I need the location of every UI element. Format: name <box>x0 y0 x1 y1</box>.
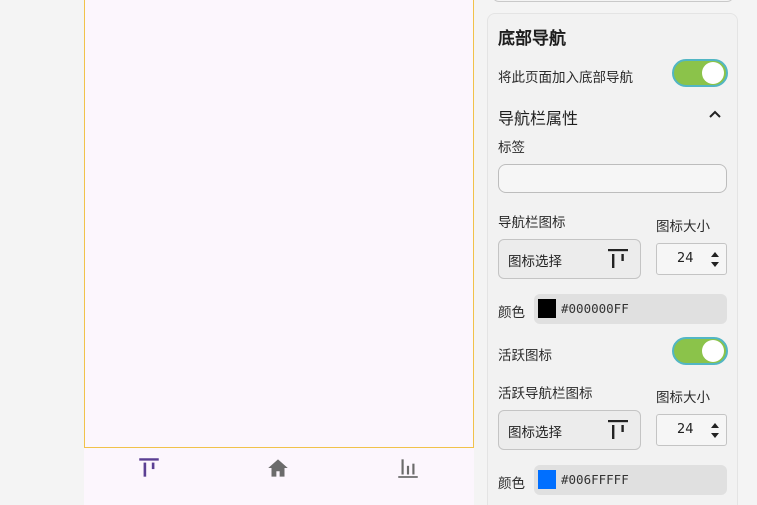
nav-props-title: 导航栏属性 <box>498 109 579 128</box>
toggle-knob <box>702 340 724 362</box>
bottom-nav-item-2[interactable] <box>265 455 291 481</box>
caret-down-icon[interactable] <box>710 261 720 269</box>
tag-input[interactable] <box>498 164 727 193</box>
home-icon <box>268 459 288 477</box>
active-icon-picker-button[interactable]: 图标选择 <box>498 410 641 450</box>
bottom-nav-item-3[interactable] <box>395 455 421 481</box>
align-top-icon <box>608 420 628 439</box>
caret-up-icon[interactable] <box>710 421 720 429</box>
color-label: 颜色 <box>498 305 525 321</box>
bottom-nav-item-1[interactable] <box>136 455 162 481</box>
active-color-label: 颜色 <box>498 476 525 492</box>
active-icon-label: 活跃图标 <box>498 348 552 364</box>
section-title: 底部导航 <box>498 29 566 49</box>
align-top-icon <box>608 249 628 268</box>
nav-icon-label: 导航栏图标 <box>498 215 566 231</box>
page-preview-canvas <box>84 0 474 448</box>
active-icon-color-field[interactable]: #006FFFFF <box>534 465 727 495</box>
add-to-nav-label: 将此页面加入底部导航 <box>498 70 633 86</box>
active-icon-size-label: 图标大小 <box>656 390 710 406</box>
icon-size-stepper[interactable]: 24 <box>656 243 727 275</box>
bottom-nav-settings-panel: 底部导航 将此页面加入底部导航 导航栏属性 标签 导航栏图标 图标大小 图标选择… <box>487 13 738 505</box>
icon-picker-label: 图标选择 <box>508 425 562 441</box>
caret-down-icon[interactable] <box>710 432 720 440</box>
nav-icon-picker-button[interactable]: 图标选择 <box>498 239 641 279</box>
caret-up-icon[interactable] <box>710 250 720 258</box>
align-top-icon <box>139 458 159 477</box>
icon-size-value: 24 <box>677 251 694 266</box>
icon-picker-label: 图标选择 <box>508 254 562 270</box>
active-nav-icon-label: 活跃导航栏图标 <box>498 386 593 402</box>
tag-label: 标签 <box>498 140 525 156</box>
active-icon-toggle[interactable] <box>672 337 728 365</box>
bar-chart-icon <box>398 459 418 478</box>
color-hex-value: #000000FF <box>561 301 629 316</box>
color-swatch <box>538 470 556 489</box>
nav-icon-color-field[interactable]: #000000FF <box>534 294 727 324</box>
chevron-up-icon[interactable] <box>707 106 723 122</box>
icon-size-label: 图标大小 <box>656 219 710 235</box>
color-swatch <box>538 299 556 318</box>
add-to-nav-toggle[interactable] <box>672 59 728 87</box>
active-icon-size-value: 24 <box>677 422 694 437</box>
color-hex-value: #006FFFFF <box>561 472 629 487</box>
bottom-navigation-bar <box>84 448 474 505</box>
previous-panel-card <box>492 0 734 2</box>
active-icon-size-stepper[interactable]: 24 <box>656 414 727 446</box>
toggle-knob <box>702 62 724 84</box>
